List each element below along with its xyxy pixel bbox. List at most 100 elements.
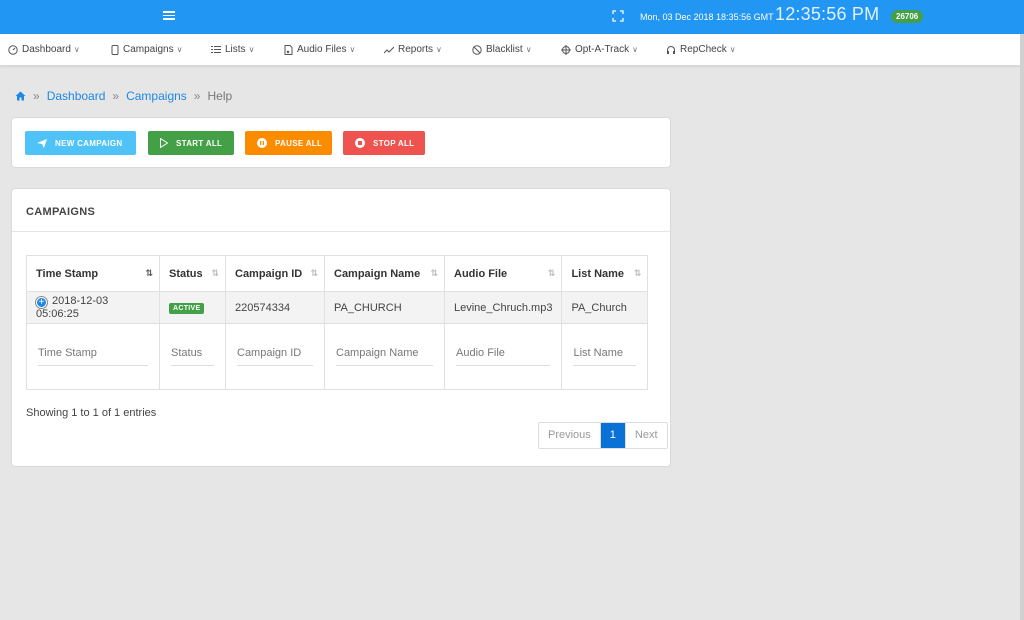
previous-page-button[interactable]: Previous: [539, 423, 600, 448]
breadcrumb-dashboard[interactable]: Dashboard: [47, 89, 106, 103]
sort-icon: ⇅: [145, 268, 153, 278]
divider: [12, 231, 670, 232]
server-datetime: Mon, 03 Dec 2018 18:35:56 GMT: [640, 12, 774, 22]
page-1-button[interactable]: 1: [599, 423, 626, 448]
nav-repcheck[interactable]: RepCheck ∨: [666, 44, 736, 55]
filter-campaign-id[interactable]: Campaign ID: [237, 347, 313, 366]
campaign-actions-card: NEW CAMPAIGN START ALL PAUSE ALL STOP AL…: [11, 117, 671, 168]
gauge-icon: [8, 44, 18, 55]
breadcrumb: » Dashboard » Campaigns » Help: [15, 89, 232, 103]
nav-lists[interactable]: Lists ∨: [211, 44, 254, 55]
column-header-time-stamp[interactable]: Time Stamp ⇅: [26, 255, 160, 292]
stop-all-button[interactable]: STOP ALL: [343, 131, 425, 155]
nav-opt-a-track[interactable]: Opt-A-Track ∨: [561, 44, 638, 55]
pagination: Previous 1 Next: [538, 422, 668, 449]
nav-dashboard[interactable]: Dashboard ∨: [8, 44, 80, 55]
crosshair-icon: [561, 44, 571, 55]
list-icon: [211, 46, 221, 53]
timestamp-value: 2018-12-03 05:06:25: [36, 295, 109, 320]
nav-blacklist-label: Blacklist: [486, 44, 523, 55]
nav-blacklist[interactable]: Blacklist ∨: [472, 44, 532, 55]
sort-icon: ⇅: [547, 268, 556, 278]
paper-plane-icon: [37, 138, 47, 148]
top-bar: Mon, 03 Dec 2018 18:35:56 GMT 12:35:56 P…: [0, 0, 1024, 34]
stop-icon: [355, 138, 365, 148]
nav-campaigns-label: Campaigns: [123, 44, 174, 55]
filter-list-name[interactable]: List Name: [573, 347, 637, 366]
column-label: Audio File: [454, 267, 508, 280]
menu-icon[interactable]: [163, 9, 175, 23]
fullscreen-icon[interactable]: [612, 10, 624, 22]
new-campaign-button[interactable]: NEW CAMPAIGN: [25, 131, 136, 155]
cell-audio-file: Levine_Chruch.mp3: [443, 291, 563, 324]
column-label: List Name: [571, 267, 625, 280]
chevron-down-icon: ∨: [349, 45, 356, 54]
ban-icon: [472, 44, 482, 55]
chevron-down-icon: ∨: [525, 45, 532, 54]
filter-campaign-name[interactable]: Campaign Name: [336, 347, 433, 366]
pause-icon: [257, 138, 267, 148]
nav-audio-files[interactable]: Audio Files ∨: [284, 44, 355, 55]
pause-all-button[interactable]: PAUSE ALL: [245, 131, 332, 155]
column-label: Campaign ID: [235, 267, 303, 280]
new-campaign-label: NEW CAMPAIGN: [55, 138, 123, 148]
column-label: Time Stamp: [36, 267, 99, 280]
nav-lists-label: Lists: [225, 44, 246, 55]
next-page-button[interactable]: Next: [626, 423, 667, 448]
filter-cell: Time Stamp: [26, 323, 160, 390]
headset-icon: [667, 45, 675, 54]
breadcrumb-separator: »: [33, 89, 40, 103]
breadcrumb-current: Help: [207, 89, 233, 103]
breadcrumb-separator: »: [112, 89, 120, 103]
scrollbar[interactable]: [1020, 34, 1024, 620]
chevron-down-icon: ∨: [248, 45, 255, 54]
column-label: Campaign Name: [334, 267, 421, 280]
column-header-status[interactable]: Status ⇅: [159, 255, 226, 292]
filter-time-stamp[interactable]: Time Stamp: [38, 347, 148, 366]
cell-campaign-id: 220574334: [225, 291, 325, 324]
filter-cell: Campaign Name: [324, 323, 445, 390]
sort-icon: ⇅: [310, 268, 318, 278]
entries-info: Showing 1 to 1 of 1 entries: [26, 407, 157, 419]
campaigns-table: Time Stamp ⇅ Status ⇅ Campaign ID ⇅ Campaig…: [26, 255, 649, 390]
column-header-list-name[interactable]: List Name ⇅: [561, 255, 649, 292]
nav-reports-label: Reports: [398, 44, 434, 55]
nav-opt-a-track-label: Opt-A-Track: [575, 44, 630, 55]
campaigns-card: CAMPAIGNS Time Stamp ⇅ Status ⇅ Campaign I…: [11, 188, 671, 467]
breadcrumb-separator: »: [193, 89, 201, 103]
nav-dashboard-label: Dashboard: [22, 44, 71, 55]
filter-row: Time Stamp Status Campaign ID Campaign N…: [26, 323, 649, 390]
filter-cell: Campaign ID: [225, 323, 325, 390]
music-file-icon: [284, 44, 293, 55]
home-icon[interactable]: [15, 91, 26, 101]
expand-row-icon[interactable]: +: [36, 297, 47, 308]
cell-time-stamp: +2018-12-03 05:06:25: [26, 291, 160, 324]
line-chart-icon: [384, 46, 394, 53]
chevron-down-icon: ∨: [436, 45, 442, 54]
main-nav: Dashboard ∨ Campaigns ∨ Lists ∨ Audio Files…: [0, 34, 1020, 66]
chevron-down-icon: ∨: [176, 45, 183, 54]
nav-audio-files-label: Audio Files: [297, 44, 347, 55]
column-label: Status: [169, 267, 203, 280]
start-all-button[interactable]: START ALL: [148, 131, 234, 155]
nav-campaigns[interactable]: Campaigns ∨: [111, 44, 182, 55]
stop-all-label: STOP ALL: [373, 138, 415, 148]
phone-icon: [111, 44, 119, 55]
campaigns-title: CAMPAIGNS: [26, 206, 96, 218]
cell-campaign-name: PA_CHURCH: [324, 291, 445, 324]
count-badge: 26706: [891, 10, 924, 23]
nav-reports[interactable]: Reports ∨: [384, 44, 442, 55]
chevron-down-icon: ∨: [729, 45, 736, 54]
breadcrumb-campaigns[interactable]: Campaigns: [126, 89, 187, 103]
filter-audio-file[interactable]: Audio File: [456, 347, 551, 366]
table-row[interactable]: +2018-12-03 05:06:25 ACTIVE 220574334 PA…: [26, 291, 649, 324]
filter-status[interactable]: Status: [171, 347, 214, 366]
nav-repcheck-label: RepCheck: [680, 44, 727, 55]
play-icon: [160, 138, 168, 148]
cell-status: ACTIVE: [159, 291, 226, 324]
column-header-campaign-id[interactable]: Campaign ID ⇅: [225, 255, 325, 292]
chevron-down-icon: ∨: [632, 45, 638, 54]
column-header-campaign-name[interactable]: Campaign Name ⇅: [324, 255, 445, 292]
column-header-audio-file[interactable]: Audio File ⇅: [443, 255, 563, 292]
sort-icon: ⇅: [430, 268, 438, 278]
